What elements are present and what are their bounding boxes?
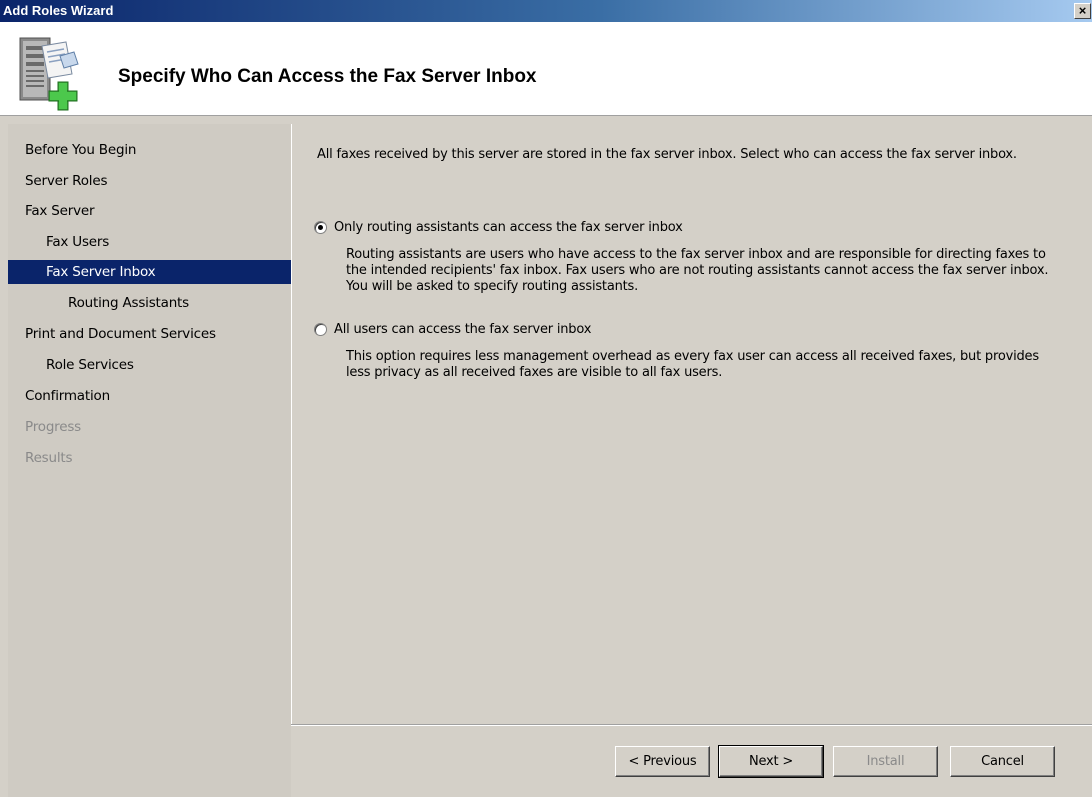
window-title: Add Roles Wizard	[3, 3, 114, 18]
sidebar-item-fax-server[interactable]: Fax Server	[25, 199, 95, 223]
sidebar-item-routing-assistants[interactable]: Routing Assistants	[68, 291, 189, 315]
all-users-description: This option requires less management ove…	[346, 349, 1039, 380]
sidebar-item-progress: Progress	[25, 419, 82, 435]
sidebar-item-fax-users[interactable]: Fax Users	[46, 230, 109, 254]
routing-assistants-radio[interactable]	[314, 221, 327, 234]
sidebar-item-server-roles[interactable]: Server Roles	[25, 169, 107, 193]
sidebar-item-confirmation[interactable]: Confirmation	[25, 384, 110, 408]
all-users-radio[interactable]	[314, 323, 327, 336]
sidebar-item-print-and-document-services[interactable]: Print and Document Services	[25, 322, 216, 346]
add-roles-wizard-window: Add Roles Wizard × Specify Who Can Acces…	[0, 0, 1092, 797]
title-bar[interactable]: Add Roles Wizard ×	[0, 0, 1092, 22]
sidebar-item-role-services[interactable]: Role Services	[46, 353, 134, 377]
routing-assistants-radio-label[interactable]: Only routing assistants can access the f…	[334, 220, 683, 236]
sidebar-item-before-you-begin[interactable]: Before You Begin	[25, 138, 136, 162]
wizard-content-pane: All faxes received by this server are st…	[291, 124, 1092, 724]
radio-selected-dot	[318, 225, 323, 230]
next-button[interactable]: Next >	[718, 745, 824, 778]
cancel-button[interactable]: Cancel	[950, 746, 1055, 777]
footer-divider	[291, 724, 1092, 726]
close-icon: ×	[1078, 3, 1087, 18]
close-button[interactable]: ×	[1074, 3, 1091, 19]
server-role-add-icon	[19, 37, 79, 111]
intro-text: All faxes received by this server are st…	[317, 147, 1017, 162]
all-users-radio-label[interactable]: All users can access the fax server inbo…	[334, 322, 591, 338]
routing-assistants-description: Routing assistants are users who have ac…	[346, 247, 1049, 294]
wizard-header: Specify Who Can Access the Fax Server In…	[0, 22, 1092, 116]
wizard-steps-sidebar: Before You Begin Server Roles Fax Server…	[8, 124, 291, 797]
install-button: Install	[833, 746, 938, 777]
sidebar-item-fax-server-inbox[interactable]: Fax Server Inbox	[8, 260, 291, 284]
page-title: Specify Who Can Access the Fax Server In…	[118, 66, 537, 87]
sidebar-item-results: Results	[25, 450, 73, 466]
previous-button[interactable]: < Previous	[615, 746, 710, 777]
